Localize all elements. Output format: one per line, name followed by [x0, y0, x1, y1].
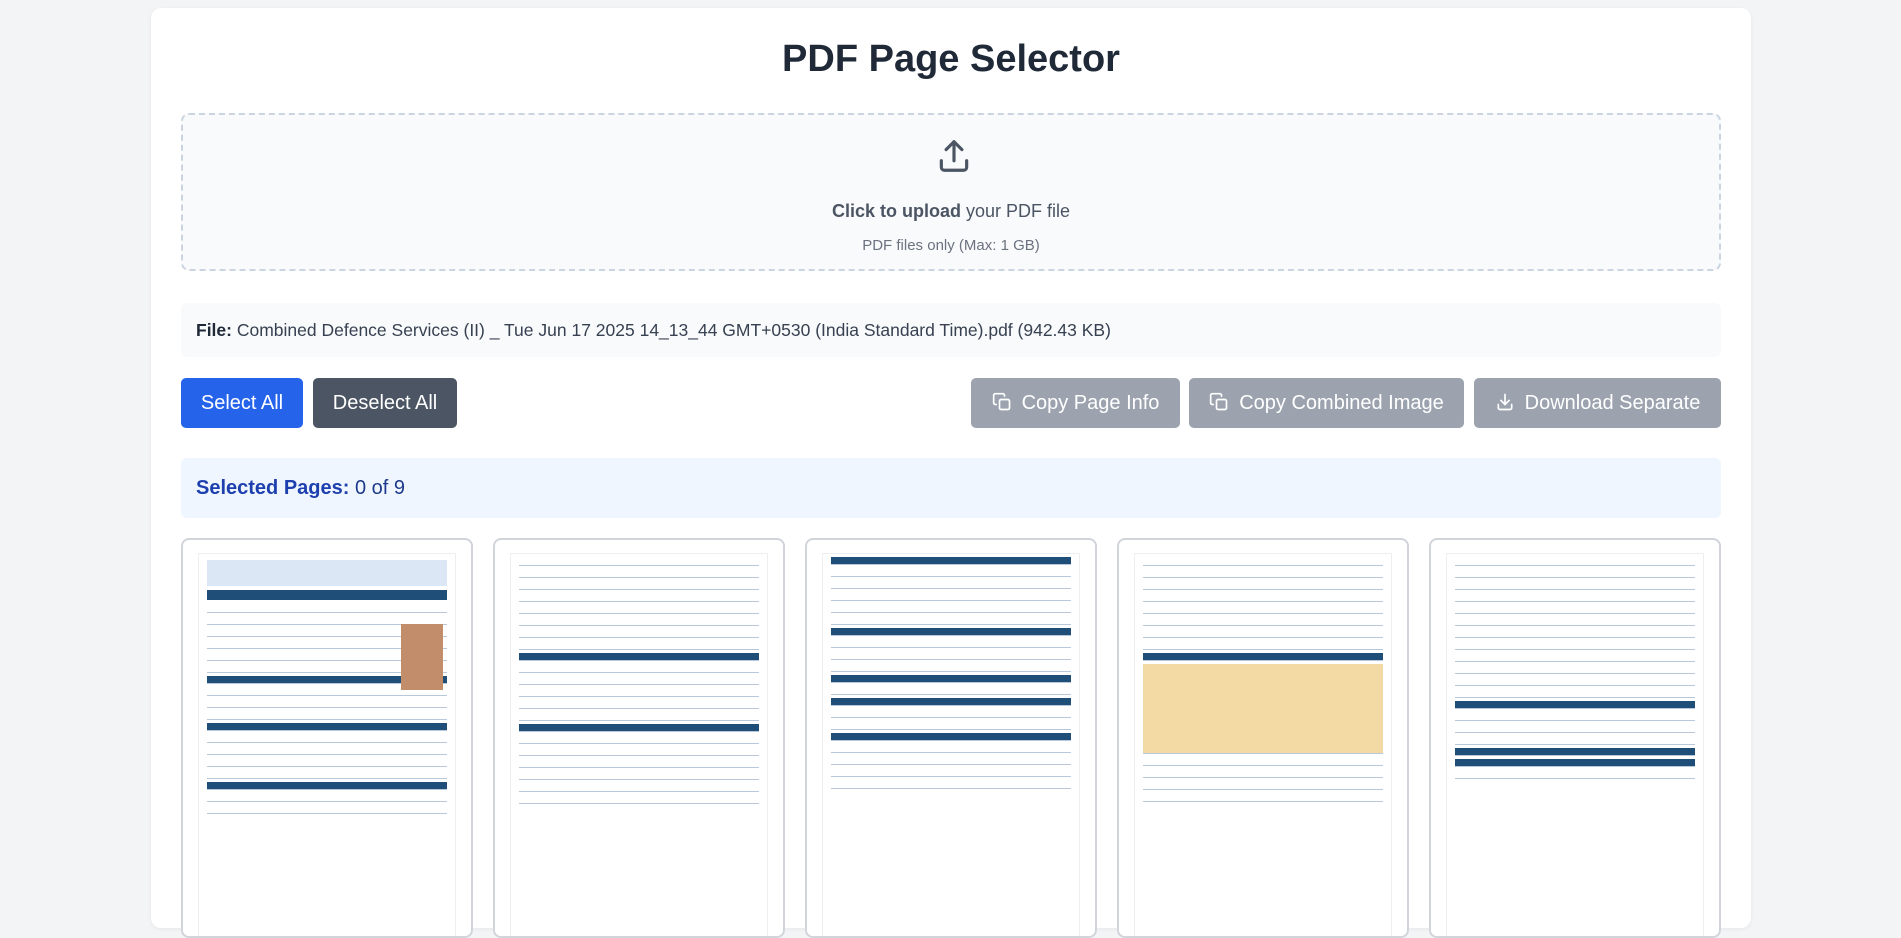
copy-combined-image-label: Copy Combined Image [1239, 392, 1444, 414]
selected-pages-bar: Selected Pages: 0 of 9 [181, 458, 1721, 518]
upload-dropzone[interactable]: Click to upload your PDF file PDF files … [181, 113, 1721, 271]
copy-page-info-label: Copy Page Info [1021, 392, 1160, 414]
page-preview [1447, 554, 1703, 936]
deselect-all-button[interactable]: Deselect All [313, 378, 457, 428]
copy-icon [1210, 392, 1228, 411]
upload-rest-text: your PDF file [966, 201, 1071, 221]
main-card: PDF Page Selector Click to upload your P… [151, 8, 1751, 938]
file-name: Combined Defence Services (II) _ Tue Jun… [236, 320, 1111, 340]
applicant-photo [401, 624, 443, 690]
upload-click-text: Click to upload [831, 201, 961, 221]
upload-hint: PDF files only (Max: 1 GB) [862, 237, 1040, 254]
download-separate-label: Download Separate [1524, 392, 1701, 414]
file-label: File: [196, 320, 232, 340]
upload-icon [939, 140, 969, 172]
copy-page-info-button[interactable]: Copy Page Info [971, 378, 1180, 428]
page-preview [199, 554, 455, 936]
select-all-button[interactable]: Select All [181, 378, 303, 428]
page-thumbnail[interactable] [493, 538, 785, 938]
download-separate-button[interactable]: Download Separate [1474, 378, 1721, 428]
upload-instruction: Click to upload your PDF file [183, 201, 1719, 222]
page-thumbnail[interactable] [1117, 538, 1409, 938]
page-thumbnail[interactable] [805, 538, 1097, 938]
page-preview [511, 554, 767, 936]
copy-icon [992, 392, 1010, 411]
file-info: File: Combined Defence Services (II) _ T… [181, 303, 1721, 357]
page-thumbnail[interactable] [1429, 538, 1721, 938]
download-icon [1497, 393, 1513, 411]
selected-pages-label: Selected Pages: [196, 477, 350, 499]
copy-combined-image-button[interactable]: Copy Combined Image [1189, 378, 1464, 428]
page-title: PDF Page Selector [782, 38, 1120, 80]
page-preview [823, 554, 1079, 936]
selected-pages-count: 0 of 9 [354, 477, 406, 499]
page-preview [1135, 554, 1391, 936]
page-thumbnail[interactable] [181, 538, 473, 938]
